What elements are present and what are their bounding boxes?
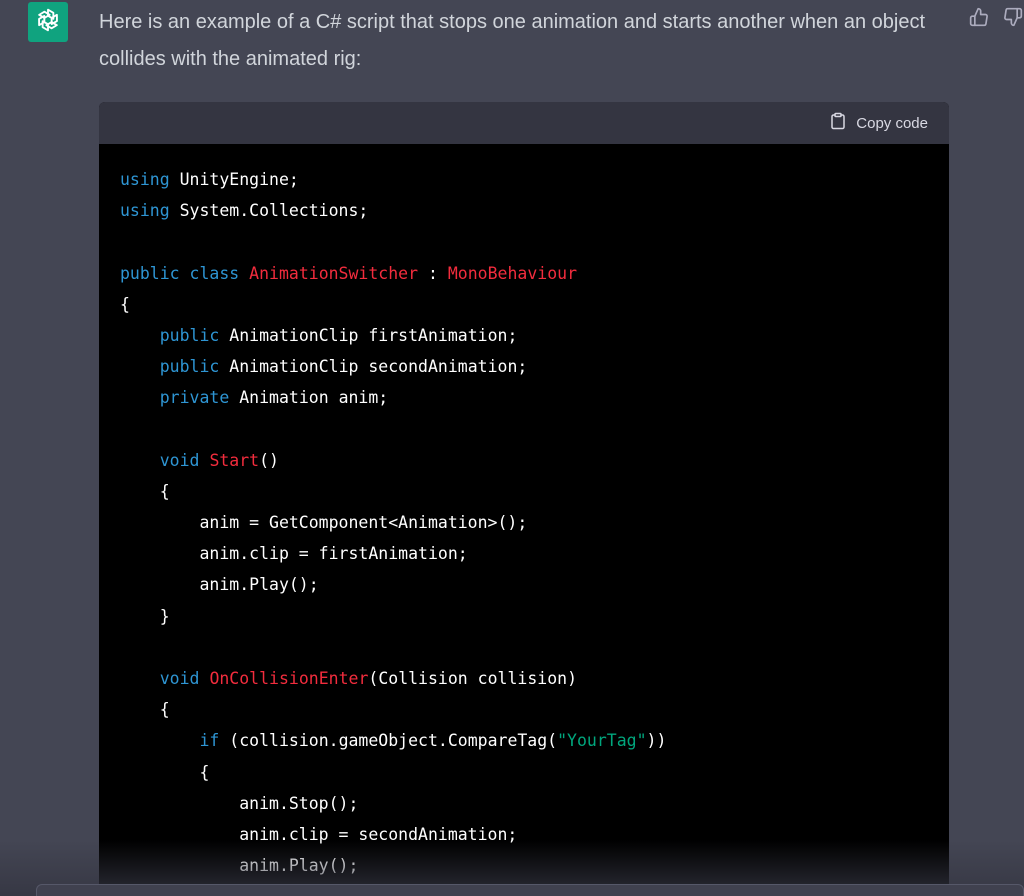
code-line: anim.Play(); [120,850,949,881]
code-line: void Start() [120,445,949,476]
code-token: public [159,357,220,377]
assistant-avatar [28,2,68,42]
code-token: (Collision collision) [368,669,578,688]
code-token: { [120,481,170,501]
code-line: public class AnimationSwitcher : MonoBeh… [120,258,949,289]
code-token: anim.Play(); [120,575,319,595]
code-line: { [120,476,949,507]
code-token: AnimationClip firstAnimation; [219,325,518,345]
code-line: anim = GetComponent<Animation>(); [120,507,949,538]
code-line: public AnimationClip secondAnimation; [120,351,949,382]
code-token: void [159,450,200,470]
code-token: : [418,263,448,283]
openai-logo-icon [34,6,62,39]
thumbs-down-button[interactable] [1002,7,1024,32]
copy-code-button[interactable]: Copy code [829,112,928,134]
assistant-message-text: Here is an example of a C# script that s… [99,11,926,70]
code-token: Animation anim; [229,388,389,408]
thumbs-up-icon [969,7,989,32]
code-line: using System.Collections; [120,195,949,226]
code-line: { [120,694,949,725]
code-token: { [120,294,130,314]
copy-code-label: Copy code [856,114,928,132]
code-line: void OnCollisionEnter(Collision collisio… [120,663,949,694]
code-token: using [120,170,170,189]
code-token: class [189,263,240,283]
code-line: anim.clip = firstAnimation; [120,538,949,569]
code-token: System.Collections; [169,201,369,221]
code-token: using [120,201,170,221]
code-token: { [120,762,210,782]
code-line: } [120,601,949,632]
code-token: OnCollisionEnter [209,669,369,688]
code-line: anim.Stop(); [120,788,949,819]
code-content: using UnityEngine; using System.Collectio… [99,144,949,882]
code-token: MonoBehaviour [447,263,577,283]
clipboard-icon [829,112,847,134]
thumbs-up-button[interactable] [968,7,990,32]
code-token: AnimationSwitcher [249,263,419,283]
code-line: { [120,289,949,320]
code-line: anim.clip = secondAnimation; [120,819,949,850]
code-token: if [199,731,220,751]
code-token: (collision.gameObject.CompareTag( [219,731,558,751]
code-token: () [259,450,279,470]
message-composer[interactable] [36,884,1024,896]
code-token: public [120,263,180,283]
code-token: } [120,606,170,626]
code-line: if (collision.gameObject.CompareTag("You… [120,725,949,756]
code-line: { [120,757,949,788]
code-token: AnimationClip secondAnimation; [219,357,528,377]
code-token: anim.Play(); [120,856,359,876]
code-token: anim = GetComponent<Animation>(); [120,513,528,533]
code-token: anim.Stop(); [120,793,359,813]
feedback-buttons [968,7,1024,32]
code-line: using UnityEngine; [120,164,949,195]
code-token: "YourTag" [557,731,647,751]
code-token: private [159,388,230,408]
code-token: { [120,700,170,720]
code-line: anim.Play(); [120,569,949,600]
code-token: UnityEngine; [169,170,299,189]
code-token: Start [209,450,260,470]
code-line: private Animation anim; [120,382,949,413]
code-token: public [159,325,220,345]
code-token: anim.clip = secondAnimation; [120,824,518,844]
code-block-header: Copy code [99,102,949,144]
code-token: )) [646,731,667,751]
code-block: Copy code using UnityEngine; using System… [99,102,949,896]
code-token: anim.clip = firstAnimation; [120,544,468,564]
code-line: public AnimationClip firstAnimation; [120,320,949,351]
code-token: void [159,669,200,688]
thumbs-down-icon [1003,7,1023,32]
